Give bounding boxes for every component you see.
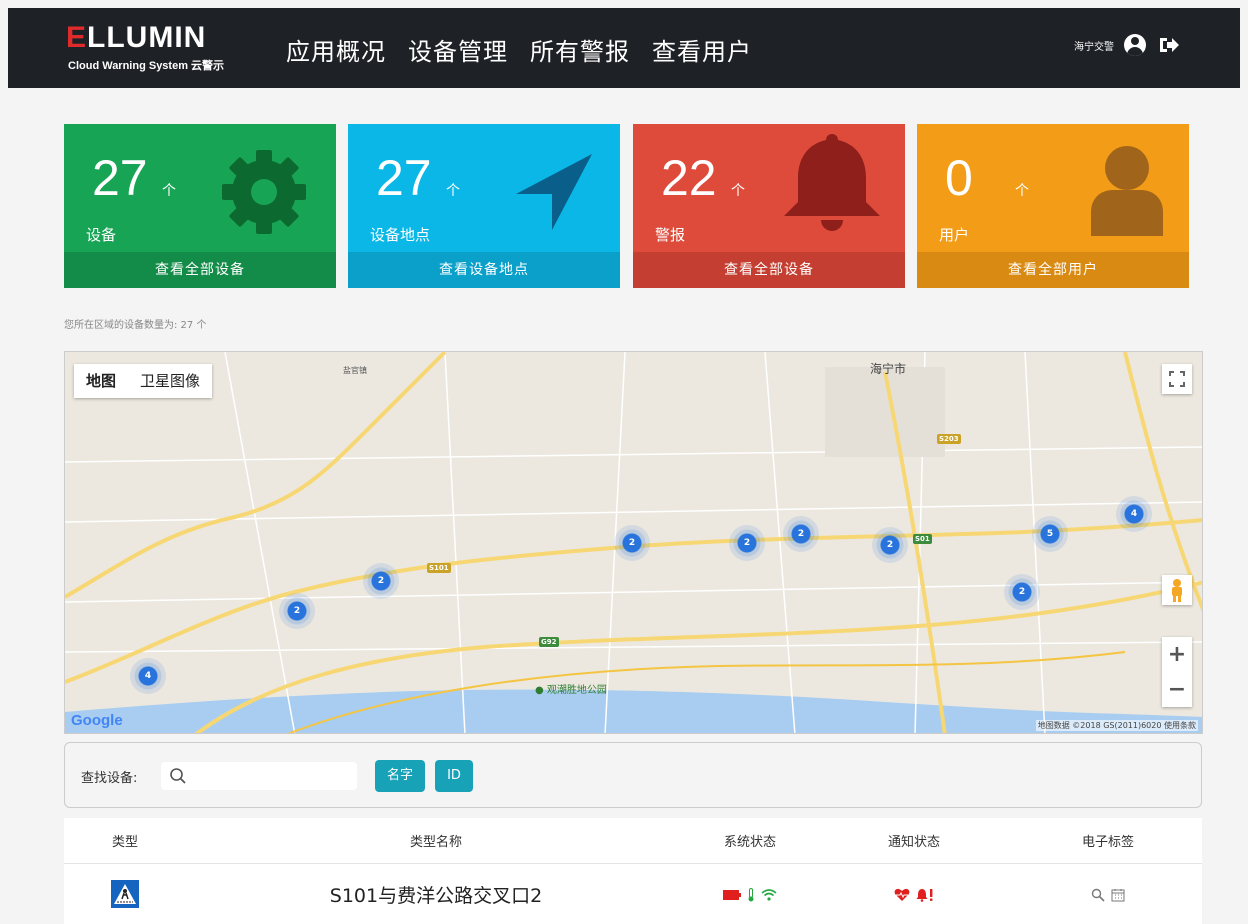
search-icon[interactable] <box>1091 888 1105 902</box>
device-map[interactable]: 地图 卫星图像 + − 海宁市 盐官镇 ● 观潮胜地公园 S101 G92 S0… <box>64 351 1203 734</box>
map-cluster-marker[interactable]: 2 <box>872 527 908 563</box>
map-label-park: ● 观潮胜地公园 <box>535 685 607 696</box>
road-shield: S101 <box>427 563 451 573</box>
bell-icon <box>784 134 880 231</box>
brand-logo[interactable]: ELLUMIN Cloud Warning System 云警示 <box>66 22 236 78</box>
battery-low-icon <box>723 890 741 900</box>
map-type-roadmap[interactable]: 地图 <box>74 364 128 398</box>
view-alerts-link[interactable]: 查看全部设备 <box>633 252 905 288</box>
zoom-out-button[interactable]: − <box>1162 672 1192 707</box>
alerts-card: 22 个 警报 查看全部设备 <box>633 124 905 288</box>
users-unit: 个 <box>1015 183 1029 199</box>
search-box <box>161 762 357 790</box>
map-cluster-marker[interactable]: 4 <box>1116 496 1152 532</box>
search-panel: 查找设备: 名字 ID <box>64 742 1202 808</box>
device-name[interactable]: S101与费洋公路交叉口2 <box>330 885 542 907</box>
device-table: 类型 类型名称 系统状态 通知状态 电子标签 S101与费洋公路交叉口2 <box>64 818 1202 924</box>
map-cluster-marker[interactable]: 2 <box>729 525 765 561</box>
map-type-satellite[interactable]: 卫星图像 <box>128 364 212 398</box>
device-count-text: 您所在区域的设备数量为: 27 个 <box>64 320 207 331</box>
view-locations-link[interactable]: 查看设备地点 <box>348 252 620 288</box>
pegman-icon <box>1172 579 1182 602</box>
search-by-id-button[interactable]: ID <box>435 760 473 792</box>
street-view-pegman[interactable] <box>1162 575 1192 605</box>
col-type-name: 类型名称 <box>409 835 462 850</box>
locations-card: 27 个 设备地点 查看设备地点 <box>348 124 620 288</box>
col-e-tag: 电子标签 <box>1081 835 1134 850</box>
locations-label: 设备地点 <box>370 226 431 244</box>
table-row[interactable]: S101与费洋公路交叉口2 <box>64 864 1202 924</box>
map-cluster-marker[interactable]: 2 <box>363 563 399 599</box>
users-card: 0 个 用户 查看全部用户 <box>917 124 1189 288</box>
users-count: 0 <box>945 150 973 206</box>
nav-item-users[interactable]: 查看用户 <box>652 32 752 67</box>
top-navbar: ELLUMIN Cloud Warning System 云警示 应用概况 设备… <box>8 8 1240 88</box>
logo-subtitle: Cloud Warning System 云警示 <box>68 60 225 72</box>
map-label-town: 盐官镇 <box>343 366 367 375</box>
wifi-icon <box>761 889 777 901</box>
map-credits[interactable]: 地图数据 ©2018 GS(2011)6020 使用条款 <box>1035 720 1198 731</box>
map-type-control: 地图 卫星图像 <box>74 364 213 398</box>
location-arrow-icon <box>516 154 592 230</box>
row-tag-cell <box>1014 885 1202 904</box>
bell-alert-icon <box>916 889 933 902</box>
alerts-label: 警报 <box>655 226 686 244</box>
view-all-devices-link[interactable]: 查看全部设备 <box>64 252 336 288</box>
devices-count: 27 <box>92 150 148 206</box>
alerts-count: 22 <box>661 150 717 206</box>
map-cluster-marker[interactable]: 2 <box>614 525 650 561</box>
main-nav: 应用概况 设备管理 所有警报 查看用户 <box>286 32 774 67</box>
nav-item-devices[interactable]: 设备管理 <box>408 32 508 67</box>
zoom-in-button[interactable]: + <box>1162 637 1192 672</box>
search-icon <box>170 768 186 784</box>
pedestrian-crossing-icon <box>111 880 139 908</box>
table-header: 类型 类型名称 系统状态 通知状态 电子标签 <box>64 818 1202 864</box>
row-type-cell <box>64 880 186 908</box>
map-cluster-marker[interactable]: 2 <box>1004 574 1040 610</box>
thermometer-icon <box>748 888 754 902</box>
map-label-city: 海宁市 <box>870 362 907 376</box>
users-label: 用户 <box>939 226 970 244</box>
gear-icon <box>222 150 306 234</box>
search-label: 查找设备: <box>81 771 138 786</box>
alerts-unit: 个 <box>731 183 745 199</box>
nav-item-overview[interactable]: 应用概况 <box>286 32 386 67</box>
stat-cards: 27 个 设备 查看全部设备 27 个 设备地点 查看设备地点 22 个 警报 <box>64 124 1190 288</box>
row-system-status-cell <box>686 885 814 904</box>
map-cluster-marker[interactable]: 4 <box>130 658 166 694</box>
locations-count: 27 <box>376 150 432 206</box>
search-input[interactable] <box>191 766 351 786</box>
search-by-name-button[interactable]: 名字 <box>375 760 425 792</box>
user-area: 海宁交警 <box>1074 34 1180 56</box>
nav-item-alerts[interactable]: 所有警报 <box>530 32 630 67</box>
col-type: 类型 <box>111 835 138 850</box>
heartbeat-icon <box>894 888 910 901</box>
locations-unit: 个 <box>446 183 460 199</box>
account-icon[interactable] <box>1124 34 1146 56</box>
zoom-control: + − <box>1162 637 1192 707</box>
user-name: 海宁交警 <box>1074 41 1114 53</box>
row-notify-status-cell <box>814 885 1014 904</box>
devices-card: 27 个 设备 查看全部设备 <box>64 124 336 288</box>
map-cluster-marker[interactable]: 2 <box>783 516 819 552</box>
google-logo: Google <box>71 712 123 729</box>
row-name-cell: S101与费洋公路交叉口2 <box>186 881 686 908</box>
col-system-status: 系统状态 <box>723 835 776 850</box>
calendar-icon[interactable] <box>1111 888 1125 902</box>
view-all-users-link[interactable]: 查看全部用户 <box>917 252 1189 288</box>
logout-icon[interactable] <box>1158 34 1180 56</box>
park-pin-icon: ● <box>535 685 544 696</box>
devices-label: 设备 <box>86 226 117 244</box>
fullscreen-icon <box>1169 371 1185 387</box>
logo-text: ELLUMIN <box>66 21 207 54</box>
devices-unit: 个 <box>162 183 176 199</box>
road-shield: S01 <box>913 534 932 544</box>
col-notify-status: 通知状态 <box>887 835 940 850</box>
road-shield: S203 <box>937 434 961 444</box>
road-shield: G92 <box>539 637 559 647</box>
fullscreen-button[interactable] <box>1162 364 1192 394</box>
user-icon <box>1091 146 1163 236</box>
map-cluster-marker[interactable]: 5 <box>1032 516 1068 552</box>
map-cluster-marker[interactable]: 2 <box>279 593 315 629</box>
